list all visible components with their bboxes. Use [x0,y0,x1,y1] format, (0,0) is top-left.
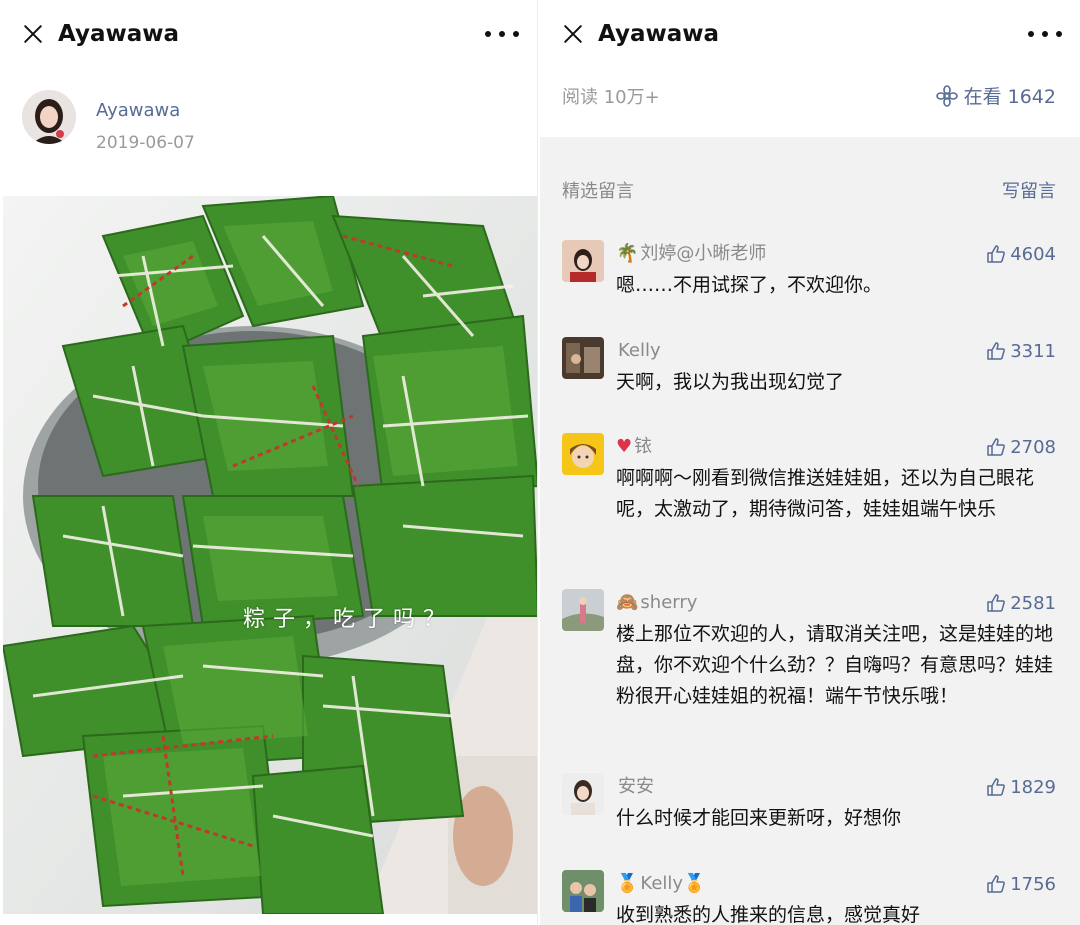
read-count: 阅读 10万+ [562,86,660,108]
like-button[interactable]: 2581 [986,589,1056,617]
zongzi-photo: 粽子，吃了吗？ [3,196,537,914]
comments-topbar: Ayawawa [540,0,1080,68]
comments-area: 精选留言 写留言 🌴刘婷@小晰老师 嗯……不用试探了，不欢迎你。 4604 K [540,137,1080,925]
more-dots-icon[interactable] [485,19,519,49]
thumbs-up-icon [987,342,1006,360]
comment-text: 什么时候才能回来更新呀，好想你 [616,807,902,829]
article-account-title: Ayawawa [58,21,180,47]
thumbs-up-icon [987,438,1006,456]
article-topbar: Ayawawa [0,0,537,68]
thumbs-up-icon [987,594,1006,612]
article-panel: Ayawawa Ayawawa 2019-06-07 粽子，吃了吗？ [0,0,538,925]
comments-panel: Ayawawa 阅读 10万+ 在看 1642 精选留言 写留言 🌴 刘婷@小晰… [540,0,1080,925]
like-button[interactable]: 3311 [986,337,1056,365]
author-name[interactable]: Ayawawa [96,100,195,121]
thumbs-up-icon [987,245,1006,263]
more-dots-icon[interactable] [1028,19,1062,49]
write-comment-button[interactable]: 写留言 [1002,177,1056,203]
comments-account-title: Ayawawa [598,21,720,47]
commenter-avatar[interactable] [562,870,604,912]
flower-icon [935,84,958,107]
comment-text: 天啊，我以为我出现幻觉了 [616,371,845,393]
thumbs-up-icon [987,778,1006,796]
author-avatar[interactable] [22,90,76,144]
like-button[interactable]: 2708 [986,433,1056,461]
author-row: Ayawawa 2019-06-07 [22,90,195,153]
commenter-avatar[interactable] [562,773,604,815]
comment-text: 收到熟悉的人推来的信息，感觉真好 [616,904,921,925]
comment-text: 嗯……不用试探了，不欢迎你。 [616,274,883,296]
thumbs-up-icon [987,875,1006,893]
like-button[interactable]: 1829 [986,773,1056,801]
post-date: 2019-06-07 [96,133,195,153]
commenter-avatar[interactable] [562,433,604,475]
looking-button[interactable]: 在看 1642 [935,82,1056,109]
commenter-avatar[interactable] [562,589,604,631]
comments-section-title: 精选留言 [562,181,634,202]
looking-count: 在看 1642 [963,86,1056,108]
like-button[interactable]: 4604 [986,240,1056,268]
article-stats: 阅读 10万+ 在看 1642 [562,82,1056,109]
close-icon[interactable] [18,19,48,49]
commenter-avatar[interactable] [562,240,604,282]
close-icon[interactable] [558,19,588,49]
like-button[interactable]: 1756 [986,870,1056,898]
photo-caption: 粽子，吃了吗？ [243,607,454,632]
commenter-avatar[interactable] [562,337,604,379]
comment-text: 啊啊啊～刚看到微信推送娃娃姐，还以为自己眼花呢，太激动了，期待微问答，娃娃姐端午… [616,467,1035,520]
comment-text: 楼上那位不欢迎的人，请取消关注吧，这是娃娃的地盘，你不欢迎个什么劲？？自嗨吗？有… [616,623,1054,707]
